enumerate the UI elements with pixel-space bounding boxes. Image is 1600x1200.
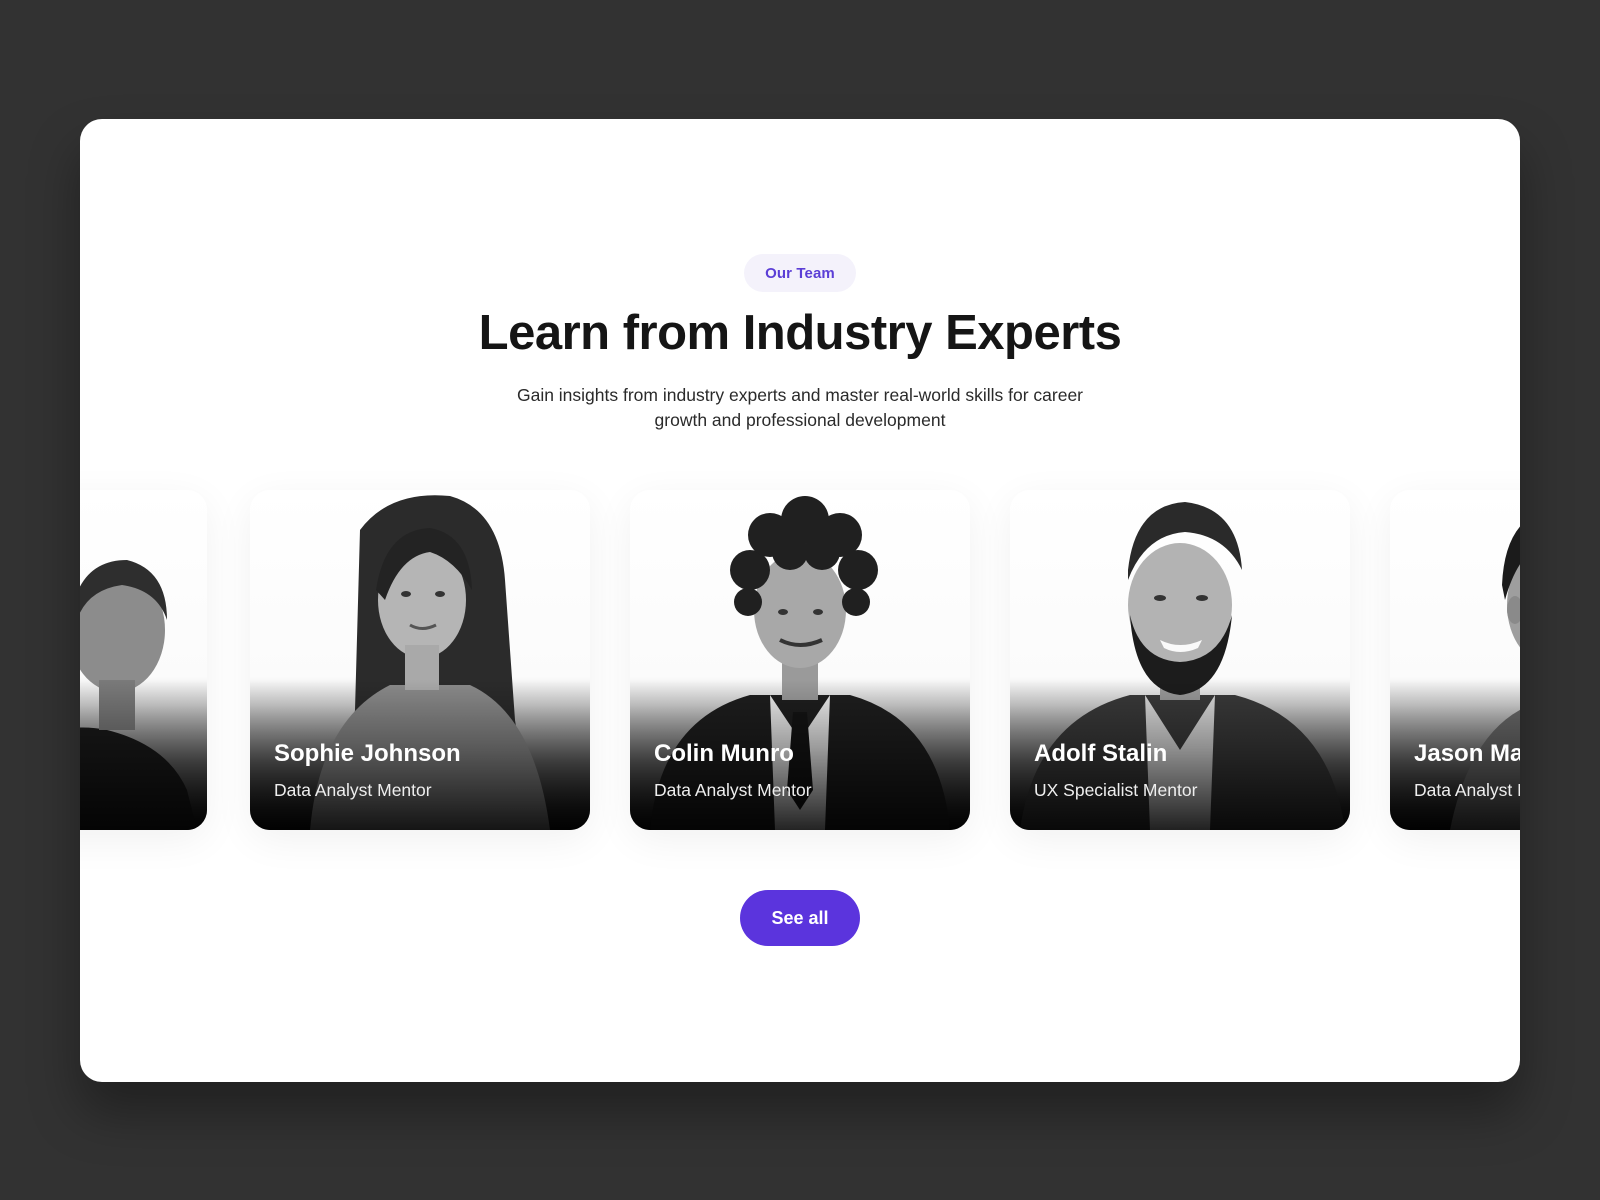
see-all-button[interactable]: See all [740,890,860,946]
section-badge: Our Team [744,254,856,292]
mentor-name: Adolf Stalin [1034,740,1168,767]
card-overlay [80,680,207,830]
section-title: Learn from Industry Experts [478,306,1122,360]
team-section: Our Team Learn from Industry Experts Gai… [80,119,1520,1082]
section-subtitle: Gain insights from industry experts and … [516,385,1084,430]
mentor-card[interactable]: Mentor [80,490,207,830]
mentor-name: Jason Ma [1414,740,1520,767]
mentor-card[interactable]: Adolf Stalin UX Specialist Mentor [1010,490,1350,830]
mentor-card[interactable]: Colin Munro Data Analyst Mentor [630,490,970,830]
mentor-name: Sophie Johnson [274,740,461,767]
mentor-card[interactable]: Jason Ma Data Analyst Mentor [1390,490,1520,830]
mentor-name: Colin Munro [654,740,794,767]
mentor-role: Data Analyst Mentor [274,780,432,800]
mentor-role: Data Analyst Mentor [1414,780,1520,800]
mentor-role: UX Specialist Mentor [1034,780,1198,800]
mentor-card[interactable]: Sophie Johnson Data Analyst Mentor [250,490,590,830]
mentor-carousel[interactable]: Mentor Sophie Johnson Data Analyst Mento… [80,490,1520,830]
mentor-role: Data Analyst Mentor [654,780,812,800]
